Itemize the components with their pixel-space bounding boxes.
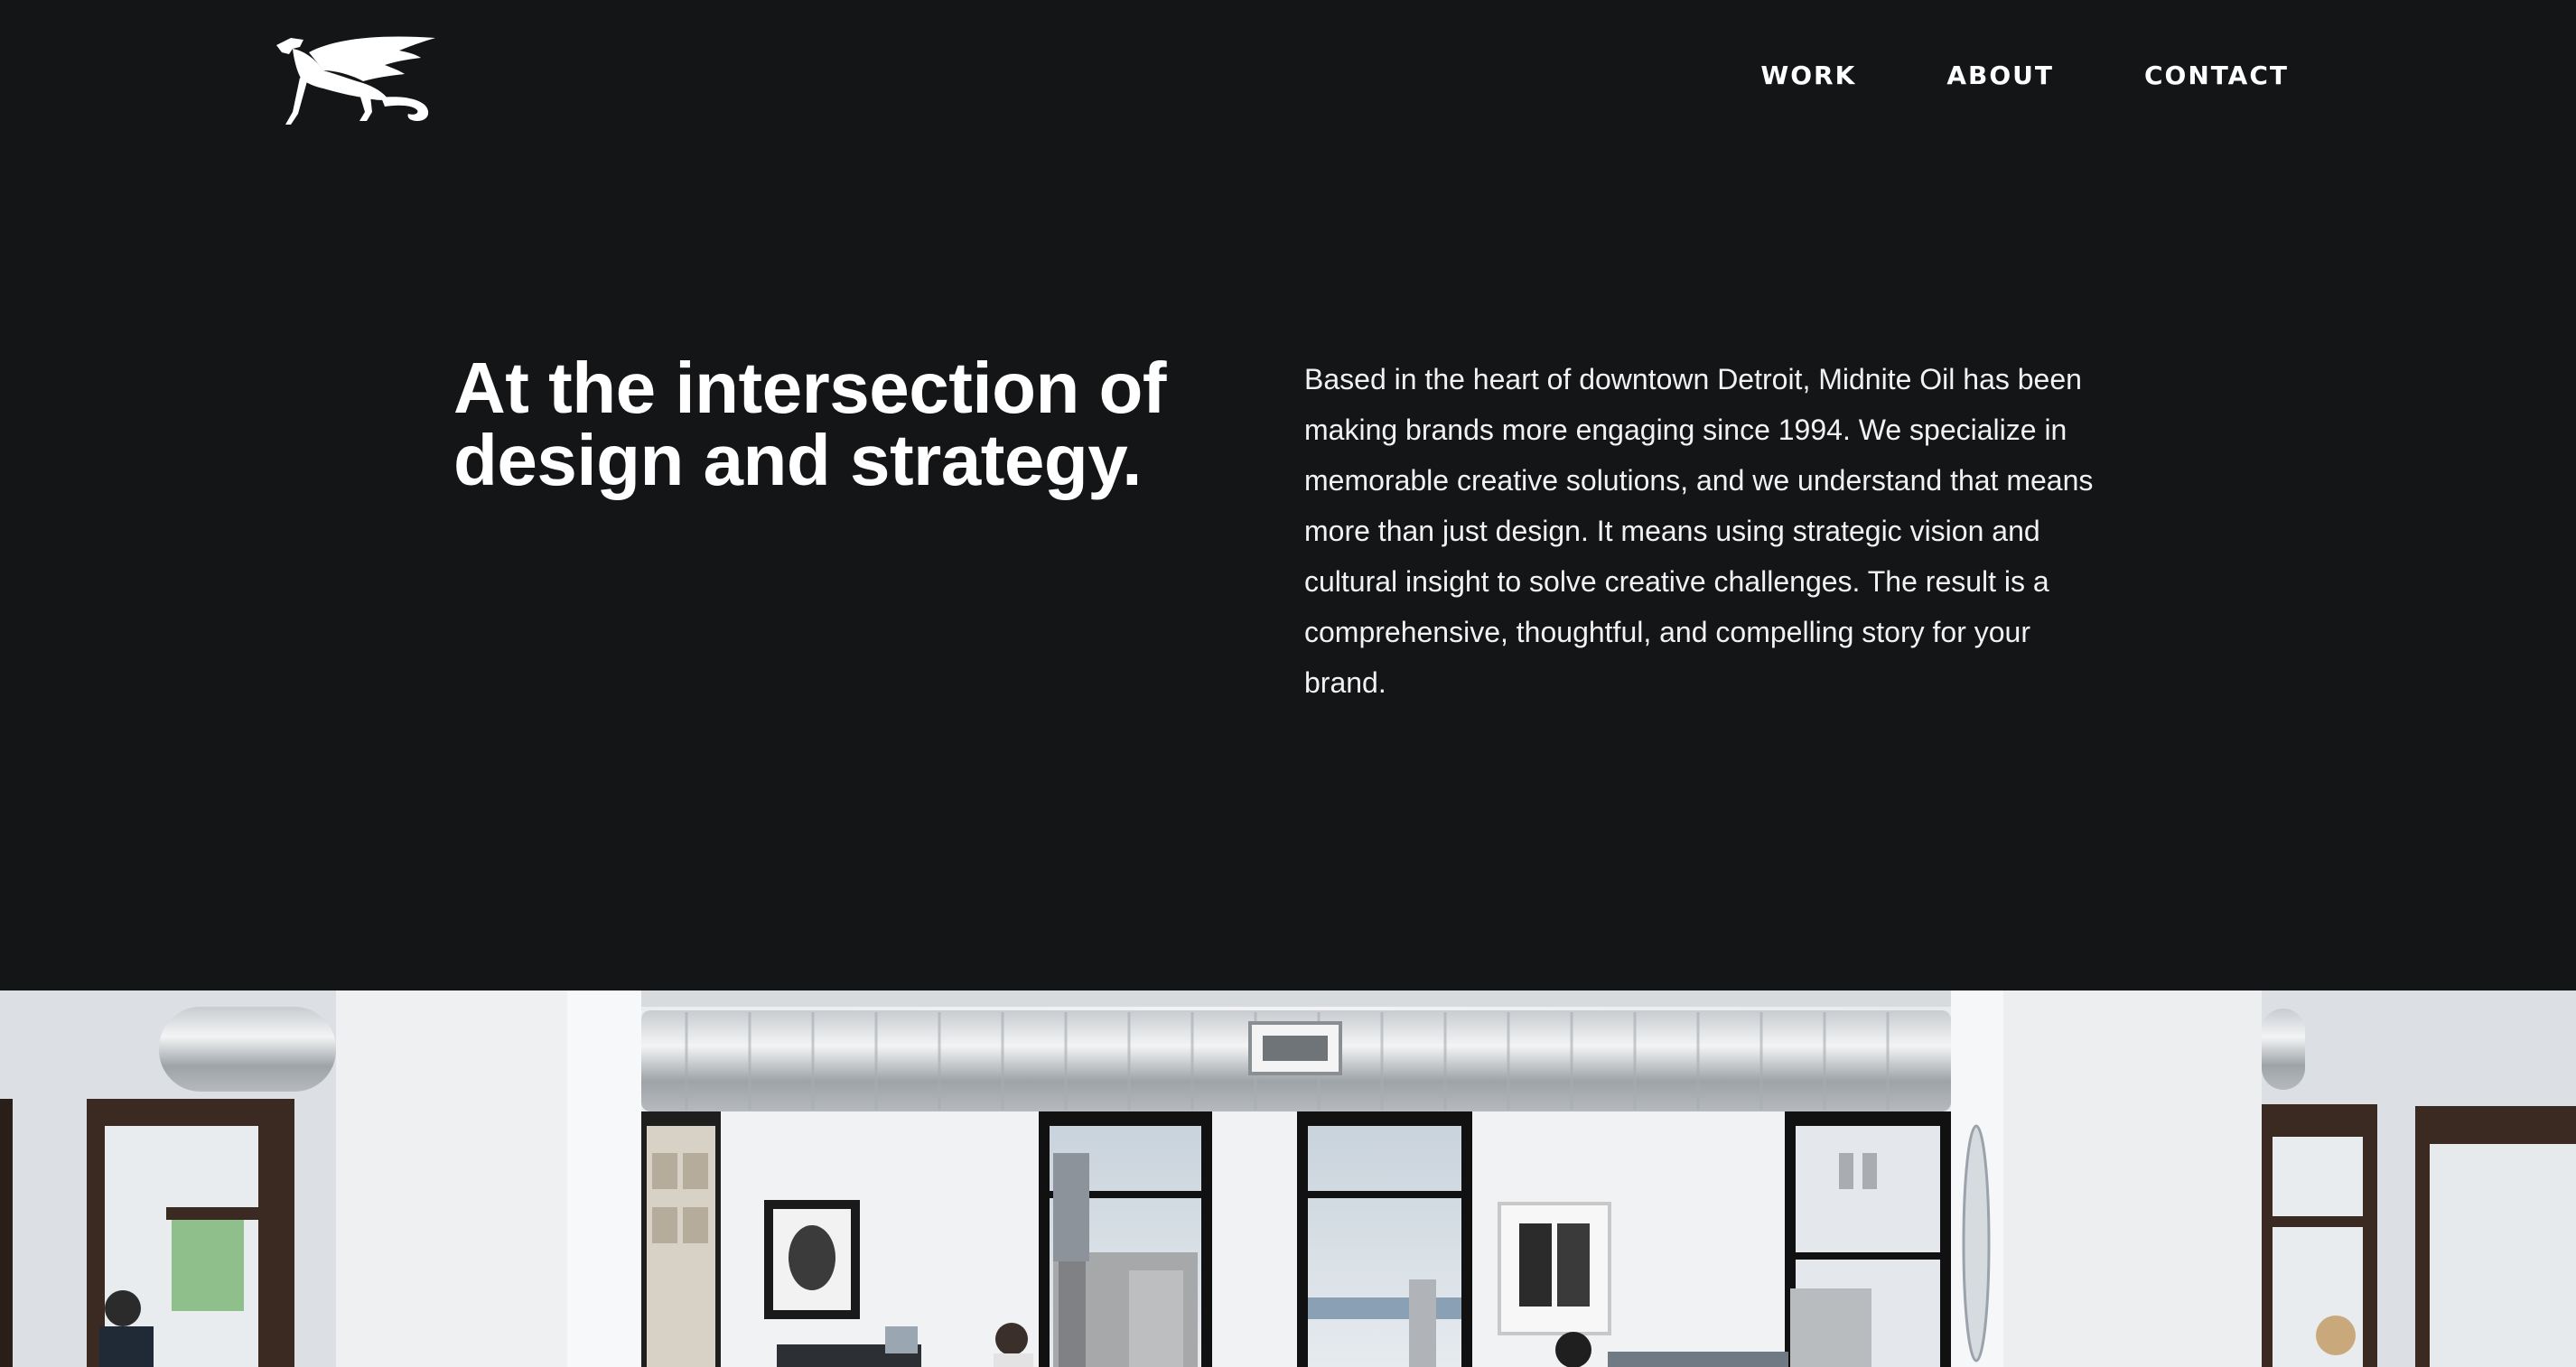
main-nav: WORK ABOUT CONTACT — [1670, 56, 2289, 96]
griffin-logo-icon[interactable] — [273, 34, 439, 128]
nav-contact-link[interactable]: CONTACT — [2144, 56, 2289, 96]
hero-headline: At the intersection of design and strate… — [453, 348, 1167, 500]
nav-about-link[interactable]: ABOUT — [1946, 56, 2054, 96]
nav-work-link[interactable]: WORK — [1760, 56, 1856, 96]
office-interior-photo — [0, 990, 2576, 1367]
page: WORK ABOUT CONTACT At the intersection o… — [0, 0, 2576, 1367]
hero-intro-paragraph: Based in the heart of downtown Detroit, … — [1304, 363, 2094, 699]
